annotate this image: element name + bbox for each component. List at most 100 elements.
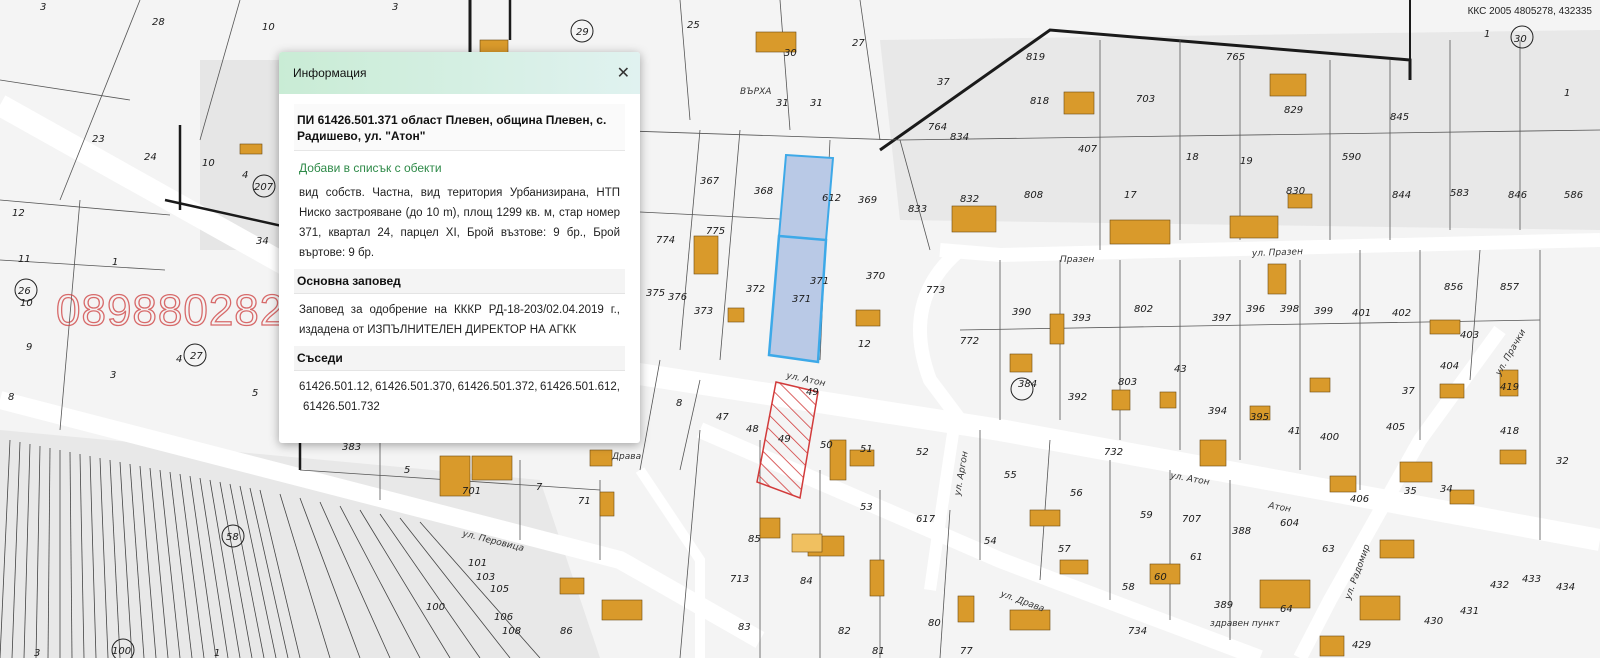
parcel-number-label: 57 [1058,544,1071,555]
parcel-number-label: 17 [1124,190,1137,201]
parcel-number-label: 27 [852,38,865,49]
parcel-number-label: 429 [1352,640,1371,651]
parcel-number-label: 61 [1190,552,1203,563]
parcel-number-label: 12 [12,208,25,219]
parcel-number-label: 43 [1174,364,1187,375]
parcel-number-label: 383 [342,442,361,453]
parcel-number-label: 49 [778,434,791,445]
parcel-number-label: 5 [252,388,258,399]
parcel-number-label: 55 [1004,470,1017,481]
neighbor-link[interactable]: 61426.501.372, [458,377,538,397]
parcel-number-label: 56 [1070,488,1083,499]
order-text: Заповед за одобрение на КККР РД-18-203/0… [299,304,620,336]
parcel-number-label: 9 [26,342,32,353]
parcel-number-label: 713 [730,574,749,585]
parcel-number-label: 774 [656,235,675,246]
parcel-number-label: 32 [1556,456,1569,467]
parcel-number-label: 732 [1104,447,1123,458]
parcel-number-label: 765 [1226,52,1245,63]
close-icon[interactable]: ✕ [617,65,630,81]
neighbor-link[interactable]: 61426.501.12, [299,377,373,397]
parcel-number-label: 49 [806,387,819,398]
parcel-number-label: 5 [404,465,410,476]
parcel-number-label: 370 [866,271,885,282]
parcel-number-label: 375 [646,288,665,299]
parcel-number-label: 18 [1186,152,1199,163]
parcel-number-label: 26 [18,286,31,297]
parcel-number-label: 30 [1514,34,1527,45]
parcel-number-label: 3 [392,2,398,13]
parcel-number-label: 773 [926,285,945,296]
parcel-number-label: 59 [1140,510,1153,521]
parcel-number-label: 80 [928,618,941,629]
parcel-number-label: 51 [860,444,873,455]
parcel-number-label: 82 [838,626,851,637]
parcel-number-label: 77 [960,646,973,657]
coordinates-readout: ККС 2005 4805278, 432335 [1467,6,1592,17]
parcel-number-label: 394 [1208,406,1227,417]
parcel-number-label: 764 [928,122,947,133]
add-to-list-link[interactable]: Добави в списък с обекти [299,161,625,175]
order-heading: Основна заповед [294,269,625,294]
parcel-number-label: 11 [18,254,31,265]
parcel-number-label: 857 [1500,282,1520,293]
parcel-number-label: 845 [1390,112,1409,123]
parcel-number-label: 1 [214,648,220,658]
parcel-number-label: 30 [784,48,797,59]
street-name-label: ул. Празен [1251,247,1303,259]
parcel-number-label: 12 [858,339,871,350]
parcel-number-label: 103 [476,572,495,583]
parcel-number-label: 1 [112,257,118,268]
parcel-number-label: 35 [1404,486,1417,497]
street-name-label: Драва [611,452,641,462]
parcel-number-label: 419 [1500,382,1519,393]
parcel-number-label: 399 [1314,306,1333,317]
parcel-number-label: 50 [820,440,833,451]
street-name-label: Празен [1060,255,1094,265]
parcel-number-label: 406 [1350,494,1369,505]
parcel-number-label: 404 [1440,361,1459,372]
parcel-number-label: 844 [1392,190,1411,201]
parcel-number-label: 64 [1280,604,1293,615]
parcel-description: вид собств. Частна, вид територия Урбани… [299,187,620,259]
neighbor-link[interactable]: 61426.501.612, [540,377,620,397]
parcel-number-label: 31 [776,98,789,109]
parcel-number-label: 775 [706,226,725,237]
parcel-number-label: 34 [256,236,269,247]
parcel-number-label: 418 [1500,426,1519,437]
parcel-number-label: 376 [668,292,687,303]
parcel-number-label: 802 [1134,304,1153,315]
parcel-number-label: 19 [1240,156,1253,167]
parcel-number-label: 395 [1250,412,1269,423]
parcel-number-label: 10 [262,22,275,33]
parcel-number-label: 207 [254,182,274,193]
parcel-number-label: 31 [810,98,823,109]
parcel-number-label: 433 [1522,574,1541,585]
parcel-number-label: 400 [1320,432,1339,443]
parcel-number-label: 402 [1392,308,1411,319]
parcel-number-label: 832 [960,194,979,205]
info-panel-header: Информация ✕ [279,52,640,94]
parcel-number-label: 397 [1212,313,1232,324]
parcel-number-label: 54 [984,536,997,547]
parcel-number-label: 434 [1556,582,1575,593]
watermark-phone: 0898802828 [55,285,311,335]
parcel-number-label: 398 [1280,304,1299,315]
parcel-number-label: 808 [1024,190,1043,201]
parcel-number-label: 430 [1424,616,1443,627]
neighbor-link[interactable]: 61426.501.370, [375,377,455,397]
parcel-number-label: 52 [916,447,929,458]
parcel-number-label: 583 [1450,188,1469,199]
parcel-number-label: 10 [202,158,215,169]
parcel-number-label: 37 [1402,386,1415,397]
parcel-number-label: 707 [1182,514,1202,525]
parcel-number-label: 3 [40,2,46,13]
parcel-number-label: 86 [560,626,573,637]
parcel-number-label: 84 [800,576,813,587]
parcel-number-label: 58 [226,532,239,543]
parcel-number-label: 60 [1154,572,1167,583]
parcel-number-label: 856 [1444,282,1463,293]
neighbor-link[interactable]: 61426.501.732 [303,397,380,417]
parcel-number-label: 8 [676,398,682,409]
parcel-number-label: 63 [1322,544,1335,555]
